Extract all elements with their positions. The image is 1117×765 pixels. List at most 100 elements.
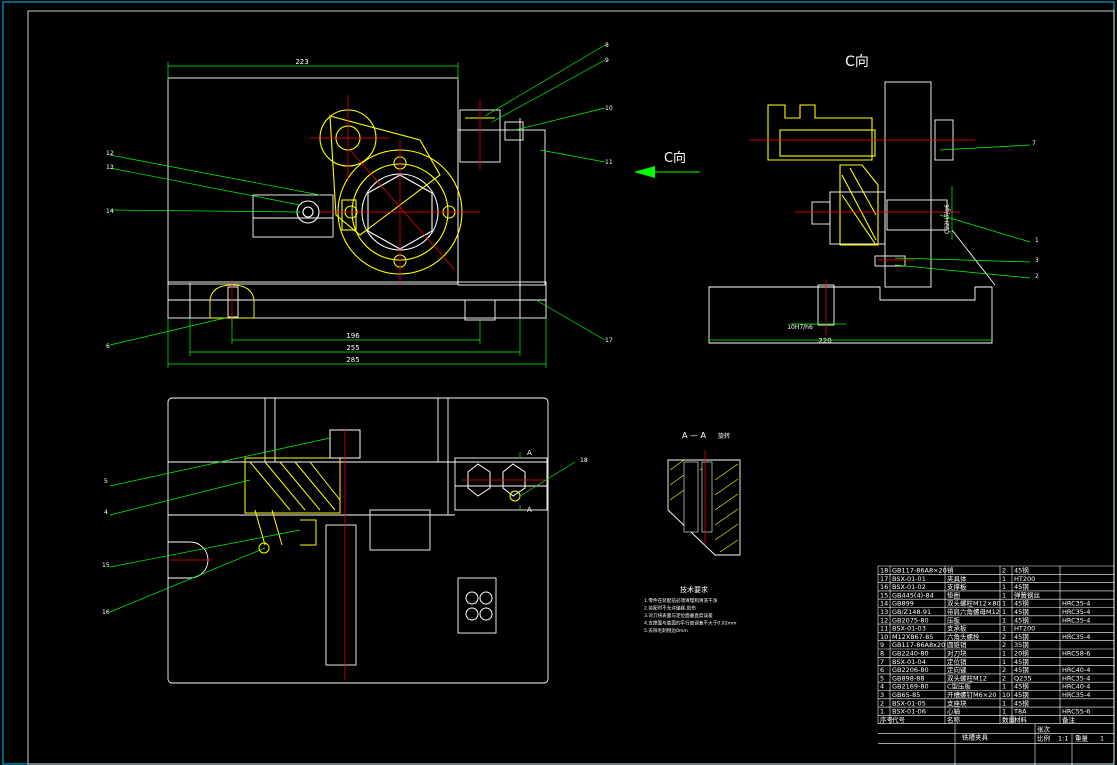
callout-8: 8 — [605, 42, 609, 49]
bom-cell: 1 — [1002, 625, 1006, 633]
bom-cell: 带肩六角螺母M12 — [947, 607, 1000, 616]
bom-cell: 45钢 — [1014, 600, 1029, 608]
bom-cell: 六角头螺栓 — [947, 632, 980, 641]
title-block-sheet-label: 张次 — [1037, 725, 1051, 734]
bom-cell: 2 — [1002, 674, 1006, 682]
bom-cell: 1 — [1002, 591, 1006, 599]
bom-cell: 支座块 — [947, 698, 967, 707]
cad-drawing-canvas: C向C向A — A 旋转AA22319625528522010H7/h6Ç22H7… — [2, 1, 1115, 765]
bom-cell: 45钢 — [1014, 691, 1029, 699]
bom-cell: 1 — [880, 708, 884, 716]
dim-bottom-1: 196 — [346, 332, 360, 340]
callout-13: 13 — [106, 164, 114, 171]
bom-cell: 定向键 — [947, 665, 967, 674]
bom-cell: BSX-01-05 — [892, 699, 926, 707]
bom-cell: GB2240-80 — [892, 650, 929, 658]
callout-3: 3 — [1035, 257, 1039, 264]
side-view-centerlines — [750, 139, 975, 335]
bom-cell: 15 — [880, 591, 888, 599]
c-arrow-label: C向 — [664, 150, 686, 166]
bom-cell: GB2169-80 — [892, 683, 929, 691]
bom-cell: 4 — [880, 683, 884, 691]
bom-cell: 13 — [880, 608, 888, 616]
bom-cell: 1 — [1002, 658, 1006, 666]
notes-line: 3.对刀块表面与定位面垂直度误差 — [644, 612, 713, 619]
callout-17: 17 — [605, 337, 613, 344]
bom-cell: 14 — [880, 600, 888, 608]
section-view-hatch — [669, 459, 739, 553]
bom-cell: 10 — [1002, 691, 1010, 699]
callout-5: 5 — [104, 478, 108, 485]
callout-14: 14 — [106, 208, 114, 215]
bom-cell: 35钢 — [1014, 641, 1029, 649]
dim-side-vertical: Ç22H7/g6 — [944, 204, 951, 234]
bom-cell: BSX-01-02 — [892, 583, 926, 591]
bom-cell: 5 — [880, 674, 884, 682]
bom-cell: Q235 — [1014, 674, 1032, 682]
bom-cell: BSX-01-06 — [892, 708, 926, 716]
title-block-ratio: 1:1 — [1058, 735, 1068, 743]
c-view-title: C向 — [845, 54, 869, 70]
section-subtitle: 旋转 — [718, 432, 730, 440]
bom-cell: 定位销 — [947, 657, 967, 666]
title-block-count: 1 — [1100, 735, 1104, 743]
callout-11: 11 — [605, 159, 613, 166]
bom-cell: 45钢 — [1014, 608, 1029, 616]
bom-cell: 1 — [1002, 699, 1006, 707]
bom-cell: 1 — [1002, 600, 1006, 608]
callout-1: 1 — [1035, 237, 1039, 244]
title-block-weight-label: 重量 — [1075, 735, 1089, 743]
callout-2: 2 — [1035, 273, 1039, 280]
bom-cell: HRC35-4 — [1062, 674, 1090, 682]
callout-6: 6 — [106, 343, 110, 350]
bom-header-cell: 名称 — [947, 715, 961, 724]
bom-cell: 2 — [1002, 666, 1006, 674]
bom-cell: 45钢 — [1014, 567, 1029, 575]
title-block-title: 铣槽夹具 — [962, 733, 989, 742]
bom-cell: 1 — [1002, 708, 1006, 716]
bom-cell: HT200 — [1014, 625, 1035, 633]
notes-title: 技术要求 — [680, 585, 708, 594]
dim-side-fit: 10H7/h6 — [787, 324, 813, 331]
front-view — [167, 77, 547, 321]
bom-header-cell: 代号 — [892, 715, 906, 724]
bom-cell: 12 — [880, 616, 888, 624]
bom-cell: GB117-86A8x20 — [892, 641, 945, 649]
bom-cell: 45钢 — [1014, 699, 1029, 707]
front-view-dimensions — [109, 44, 606, 368]
callout-16: 16 — [102, 609, 110, 616]
plan-view-centerlines — [170, 430, 545, 680]
bom-cell: 18 — [880, 567, 888, 575]
bom-cell: 1 — [1002, 683, 1006, 691]
bom-cell: BSX-01-04 — [892, 658, 926, 666]
bom-cell: 3 — [880, 691, 884, 699]
bom-header-cell: 备注 — [1062, 715, 1076, 724]
bom-cell: GB2206-80 — [892, 666, 929, 674]
bom-cell: M12X867-85 — [892, 633, 933, 641]
bom-cell: GB445(4)-84 — [892, 591, 934, 599]
bom-cell: 45钢 — [1014, 683, 1029, 691]
bom-cell: GB2075-80 — [892, 616, 929, 624]
bom-cell: 弹簧钢丝 — [1014, 590, 1041, 599]
bom-cell: 双头螺柱M12 — [947, 673, 987, 682]
bom-cell: HRC55-6 — [1062, 708, 1090, 716]
bom-cell: 2 — [1002, 567, 1006, 575]
bom-cell: C型压板 — [947, 682, 972, 691]
callout-9: 9 — [605, 57, 609, 64]
bom-cell: 1 — [1002, 575, 1006, 583]
bom-cell: HT200 — [1014, 575, 1035, 583]
bom-cell: 45钢 — [1014, 633, 1029, 641]
bom-cell: 45钢 — [1014, 658, 1029, 666]
dim-bottom-2: 255 — [346, 344, 359, 352]
bom-cell: 6 — [880, 666, 884, 674]
bom-cell: 心轴 — [947, 707, 961, 716]
bom-cell: 1 — [1002, 583, 1006, 591]
bom-cell: 2 — [880, 699, 884, 707]
bom-cell: 销 — [947, 566, 954, 575]
bom-cell: 2 — [1002, 633, 1006, 641]
bom-cell: GB899 — [892, 600, 914, 608]
bom-cell: BSX-01-01 — [892, 575, 926, 583]
section-title: A — A — [682, 431, 707, 440]
bom-cell: HRC40-4 — [1062, 666, 1090, 674]
bom-cell: GB65-85 — [892, 691, 920, 699]
